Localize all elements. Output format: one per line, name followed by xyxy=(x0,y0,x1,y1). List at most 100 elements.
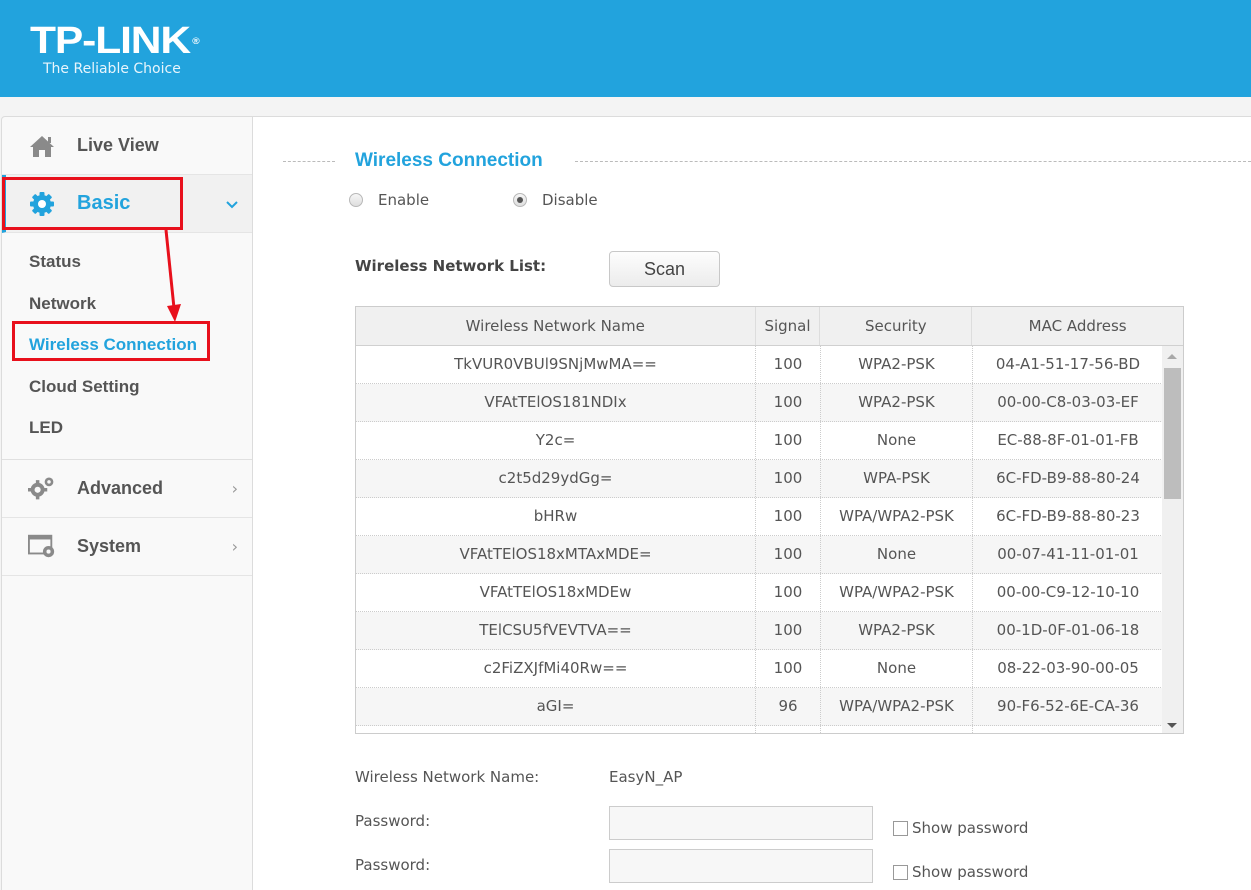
chevron-right-icon: › xyxy=(231,478,238,498)
brand-name: TP-LINK xyxy=(30,20,191,62)
cell-security: None xyxy=(821,422,973,459)
cell-mac-address: 00-07-41-11-01-01 xyxy=(997,545,1139,563)
enable-radio-option[interactable]: Enable xyxy=(349,191,429,209)
show-password-checkbox[interactable] xyxy=(893,820,908,836)
table-row[interactable]: c2t5d29ydGg= 100 WPA-PSK 6C-FD-B9-88-80-24 xyxy=(356,460,1163,498)
sidebar-item-advanced[interactable]: Advanced › xyxy=(2,460,252,518)
chevron-down-icon xyxy=(226,194,238,213)
sidebar-item-network[interactable]: Network xyxy=(2,283,252,325)
table-body: TkVUR0VBUl9SNjMwMA== 100 WPA2-PSK 04-A1-51-… xyxy=(356,346,1163,733)
cell-security: WPA2-PSK xyxy=(821,384,973,421)
annotation-arrow xyxy=(164,229,181,322)
cell-mac-address: 00-00-C8-03-03-EF xyxy=(997,393,1139,411)
cell-signal: 100 xyxy=(756,650,821,687)
cell-signal: 100 xyxy=(756,498,821,535)
cell-network-name: c2FiZXJfMi40Rw== xyxy=(356,650,756,687)
cell-signal: 100 xyxy=(756,384,821,421)
cell-network-name: VFAtTElOS181NDIx xyxy=(356,384,756,421)
table-row[interactable]: c2FiZXJfMi40Rw== 100 None 08-22-03-90-00-05 xyxy=(356,650,1163,688)
cell-signal: 100 xyxy=(756,536,821,573)
cell-mac-address: 6C-FD-B9-88-80-23 xyxy=(996,507,1140,525)
cell-signal: 100 xyxy=(756,574,821,611)
cell-security: None xyxy=(821,650,973,687)
cell-mac-address: 00-1D-0F-01-06-18 xyxy=(996,621,1140,639)
cell-security: WPA/WPA2-PSK xyxy=(821,574,973,611)
column-header-signal[interactable]: Signal xyxy=(756,307,821,345)
cell-network-name: VFAtTElOS18xMDEw xyxy=(356,574,756,611)
show-password-option[interactable]: Show password xyxy=(893,819,1028,837)
table-row[interactable]: TElCSU5fVEVTVA== 100 WPA2-PSK 00-1D-0F-01-0… xyxy=(356,612,1163,650)
cell-mac-address: 08-22-03-90-00-05 xyxy=(997,659,1139,677)
cell-security xyxy=(821,726,973,733)
table-row[interactable]: VFAtTElOS181NDIx 100 WPA2-PSK 00-00-C8-03-0… xyxy=(356,384,1163,422)
sidebar-item-live-view[interactable]: Live View xyxy=(2,117,252,175)
cell-mac-address: EC-88-8F-01-01-FB xyxy=(997,431,1139,449)
password-label: Password: xyxy=(355,812,431,830)
network-table: Wireless Network Name Signal Security MA… xyxy=(355,306,1184,734)
cell-signal: 100 xyxy=(756,346,821,383)
system-window-icon xyxy=(28,532,56,560)
tp-link-logo: TP-LINK ® The Reliable Choice xyxy=(30,22,200,77)
sidebar-item-system[interactable]: System › xyxy=(2,518,252,576)
enable-label: Enable xyxy=(378,191,430,209)
brand-tagline: The Reliable Choice xyxy=(43,61,181,77)
table-row[interactable] xyxy=(356,726,1163,733)
column-header-mac[interactable]: MAC Address xyxy=(972,307,1183,345)
cell-network-name: Y2c= xyxy=(356,422,756,459)
column-header-security[interactable]: Security xyxy=(820,307,973,345)
table-row[interactable]: TkVUR0VBUl9SNjMwMA== 100 WPA2-PSK 04-A1-51-… xyxy=(356,346,1163,384)
disable-radio-option[interactable]: Disable xyxy=(513,191,598,209)
scrollbar-thumb[interactable] xyxy=(1164,368,1181,499)
cell-network-name: TkVUR0VBUl9SNjMwMA== xyxy=(356,346,756,383)
registered-mark: ® xyxy=(192,36,199,46)
chevron-right-icon: › xyxy=(231,536,238,556)
cell-security: WPA2-PSK xyxy=(821,612,973,649)
table-row[interactable]: bHRw 100 WPA/WPA2-PSK 6C-FD-B9-88-80-23 xyxy=(356,498,1163,536)
table-scrollbar[interactable] xyxy=(1162,346,1183,733)
enable-radio[interactable] xyxy=(349,193,363,207)
table-row[interactable]: aGI= 96 WPA/WPA2-PSK 90-F6-52-6E-CA-36 xyxy=(356,688,1163,726)
table-row[interactable]: VFAtTElOS18xMDEw 100 WPA/WPA2-PSK 00-00-C9-… xyxy=(356,574,1163,612)
cell-network-name xyxy=(356,726,756,733)
highlight-box-basic xyxy=(2,177,183,230)
sidebar-item-label: Advanced xyxy=(77,477,164,498)
cell-security: WPA2-PSK xyxy=(821,346,973,383)
gears-icon xyxy=(28,474,56,502)
sidebar-item-led[interactable]: LED xyxy=(2,407,252,449)
network-list-label: Wireless Network List: xyxy=(355,257,547,275)
cell-signal xyxy=(756,726,821,733)
disable-radio[interactable] xyxy=(513,193,527,207)
table-header: Wireless Network Name Signal Security MA… xyxy=(356,307,1183,346)
table-row[interactable]: Y2c= 100 None EC-88-8F-01-01-FB xyxy=(356,422,1163,460)
home-icon xyxy=(28,132,56,160)
cell-network-name: aGI= xyxy=(356,688,756,725)
password-confirm-input[interactable] xyxy=(609,849,873,883)
ssid-value: EasyN_AP xyxy=(609,768,683,786)
cell-security: None xyxy=(821,536,973,573)
cell-network-name: c2t5d29ydGg= xyxy=(356,460,756,497)
highlight-box-wireless-connection xyxy=(12,321,210,361)
show-password-confirm-checkbox[interactable] xyxy=(893,864,908,880)
sidebar-item-label: System xyxy=(77,535,142,556)
sidebar-item-status[interactable]: Status xyxy=(2,241,252,283)
scroll-up-icon[interactable] xyxy=(1167,354,1177,359)
table-row[interactable]: VFAtTElOS18xMTAxMDE= 100 None 00-07-41-11-0… xyxy=(356,536,1163,574)
cell-network-name: TElCSU5fVEVTVA== xyxy=(356,612,756,649)
main-content: Wireless Connection Enable Disable Wirel… xyxy=(253,116,1251,890)
column-header-name[interactable]: Wireless Network Name xyxy=(356,307,756,345)
cell-mac-address xyxy=(973,726,1163,733)
cell-security: WPA/WPA2-PSK xyxy=(821,498,973,535)
cell-network-name: bHRw xyxy=(356,498,756,535)
scan-button[interactable]: Scan xyxy=(609,251,720,287)
disable-label: Disable xyxy=(542,191,598,209)
top-header: TP-LINK ® The Reliable Choice xyxy=(0,0,1251,97)
show-password-label: Show password xyxy=(912,819,1029,837)
cell-mac-address: 04-A1-51-17-56-BD xyxy=(995,355,1141,373)
sidebar-item-cloud-setting[interactable]: Cloud Setting xyxy=(2,366,252,408)
cell-signal: 100 xyxy=(756,422,821,459)
password-confirm-label: Password: xyxy=(355,856,431,874)
password-input[interactable] xyxy=(609,806,873,840)
scroll-down-icon[interactable] xyxy=(1167,723,1177,728)
show-password-confirm-option[interactable]: Show password xyxy=(893,863,1028,881)
cell-mac-address: 00-00-C9-12-10-10 xyxy=(996,583,1140,601)
